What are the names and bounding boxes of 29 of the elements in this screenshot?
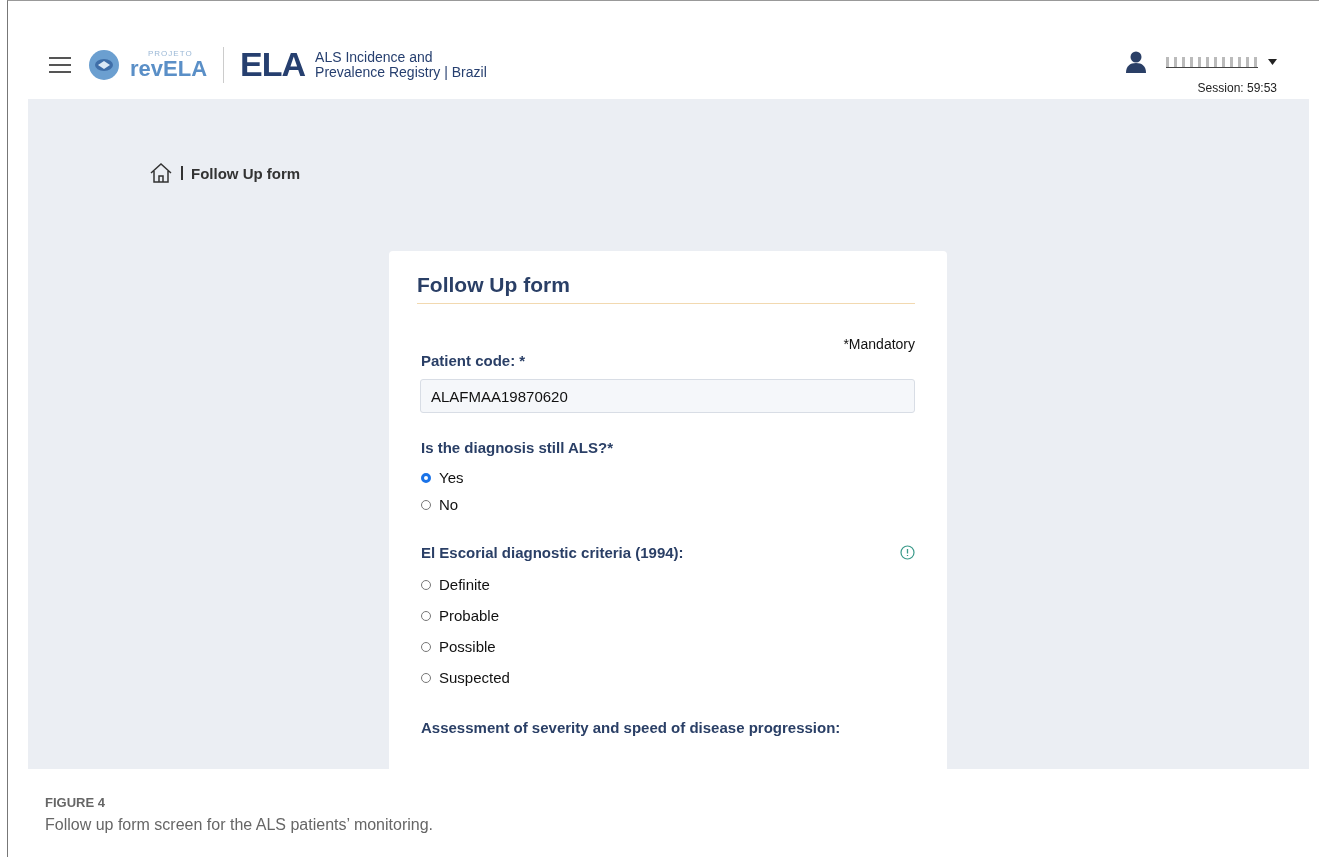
blurred-username[interactable]	[1166, 56, 1258, 68]
logo-text: revELA	[130, 57, 208, 80]
registry-subtitle-line: Prevalence Registry | Brazil	[315, 64, 487, 80]
globe-logo-icon	[86, 47, 122, 82]
mandatory-note: *Mandatory	[843, 336, 915, 352]
session-timer: Session: 59:53	[1197, 81, 1277, 95]
field-label: Patient code: *	[421, 352, 527, 369]
question-label: El Escorial diagnostic criteria (1994):	[421, 544, 684, 561]
registry-subtitle-line: ALS Incidence and	[315, 49, 434, 65]
patient-code-field[interactable]: ALAFMAA19870620	[420, 379, 915, 413]
menu-icon[interactable]	[48, 55, 72, 74]
info-icon[interactable]	[900, 545, 915, 560]
question-label: Assessment of severity and speed of disease progression:	[421, 719, 841, 736]
form-title: Follow Up form	[417, 273, 915, 304]
radio-option[interactable]: Probable	[421, 600, 915, 631]
caret-icon[interactable]	[1268, 59, 1277, 65]
figure-caption: Follow up form screen for the ALS patients’ monitoring.	[45, 816, 435, 834]
brand-text: ELA	[240, 45, 306, 84]
breadcrumb-current: Follow Up form	[191, 164, 301, 182]
radio-option[interactable]: Yes	[421, 464, 915, 491]
radio-option[interactable]: Suspected	[421, 662, 915, 693]
radio-option[interactable]: Possible	[421, 631, 915, 662]
home-icon[interactable]	[149, 162, 173, 184]
radio-option[interactable]: No	[421, 491, 915, 518]
figure-label: FIGURE 4	[45, 795, 106, 810]
user-icon	[1126, 51, 1146, 73]
radio-option[interactable]: Definite	[421, 569, 915, 600]
question-label: Is the diagnosis still ALS?*	[421, 439, 613, 456]
logo-small-text: PROJETO	[148, 49, 194, 58]
